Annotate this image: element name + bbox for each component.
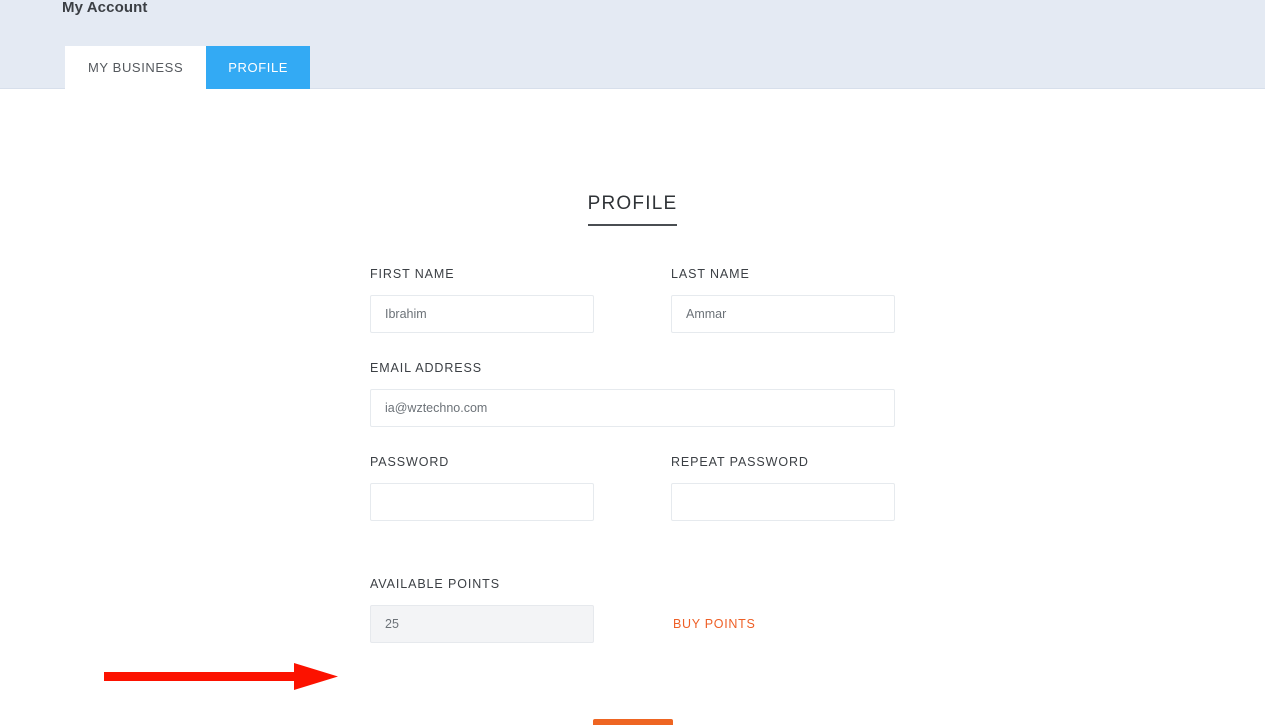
tab-profile[interactable]: PROFILE (206, 46, 311, 89)
first-name-field: FIRST NAME Ibrahim (370, 267, 594, 333)
password-label: PASSWORD (370, 455, 450, 469)
email-input[interactable]: ia@wztechno.com (370, 389, 895, 427)
password-field: PASSWORD (370, 455, 594, 521)
repeat-password-field: REPEAT PASSWORD (671, 455, 895, 521)
last-name-input[interactable]: Ammar (671, 295, 895, 333)
available-points-input-wrap: 25 (370, 605, 594, 643)
available-points-row: 25 BUY POINTS (370, 605, 895, 643)
available-points-input: 25 (370, 605, 594, 643)
section-title-wrap: PROFILE (0, 193, 1265, 226)
buy-points-link[interactable]: BUY POINTS (673, 617, 755, 631)
first-name-input[interactable]: Ibrahim (370, 295, 594, 333)
available-points-field: AVAILABLE POINTS 25 BUY POINTS (370, 577, 895, 643)
profile-form: FIRST NAME Ibrahim LAST NAME Ammar EMAIL… (370, 267, 895, 643)
email-field: EMAIL ADDRESS ia@wztechno.com (370, 361, 895, 427)
password-row: PASSWORD REPEAT PASSWORD (370, 455, 895, 521)
profile-page: My Account MY BUSINESS PROFILE PROFILE F… (0, 0, 1265, 725)
repeat-password-input[interactable] (671, 483, 895, 521)
last-name-field: LAST NAME Ammar (671, 267, 895, 333)
name-row: FIRST NAME Ibrahim LAST NAME Ammar (370, 267, 895, 333)
save-button[interactable]: SAVE (593, 719, 673, 725)
tab-my-business[interactable]: MY BUSINESS (65, 46, 207, 89)
repeat-password-label: REPEAT PASSWORD (671, 455, 809, 469)
page-header: My Account MY BUSINESS PROFILE (0, 0, 1265, 89)
password-input[interactable] (370, 483, 594, 521)
email-label: EMAIL ADDRESS (370, 361, 482, 375)
profile-content: PROFILE FIRST NAME Ibrahim LAST NAME Amm… (0, 89, 1265, 725)
account-tabs: MY BUSINESS PROFILE (65, 46, 311, 89)
last-name-label: LAST NAME (671, 267, 750, 281)
available-points-label: AVAILABLE POINTS (370, 577, 500, 591)
email-row: EMAIL ADDRESS ia@wztechno.com (370, 361, 895, 427)
page-title: My Account (62, 0, 148, 16)
first-name-label: FIRST NAME (370, 267, 455, 281)
section-title: PROFILE (587, 193, 678, 226)
